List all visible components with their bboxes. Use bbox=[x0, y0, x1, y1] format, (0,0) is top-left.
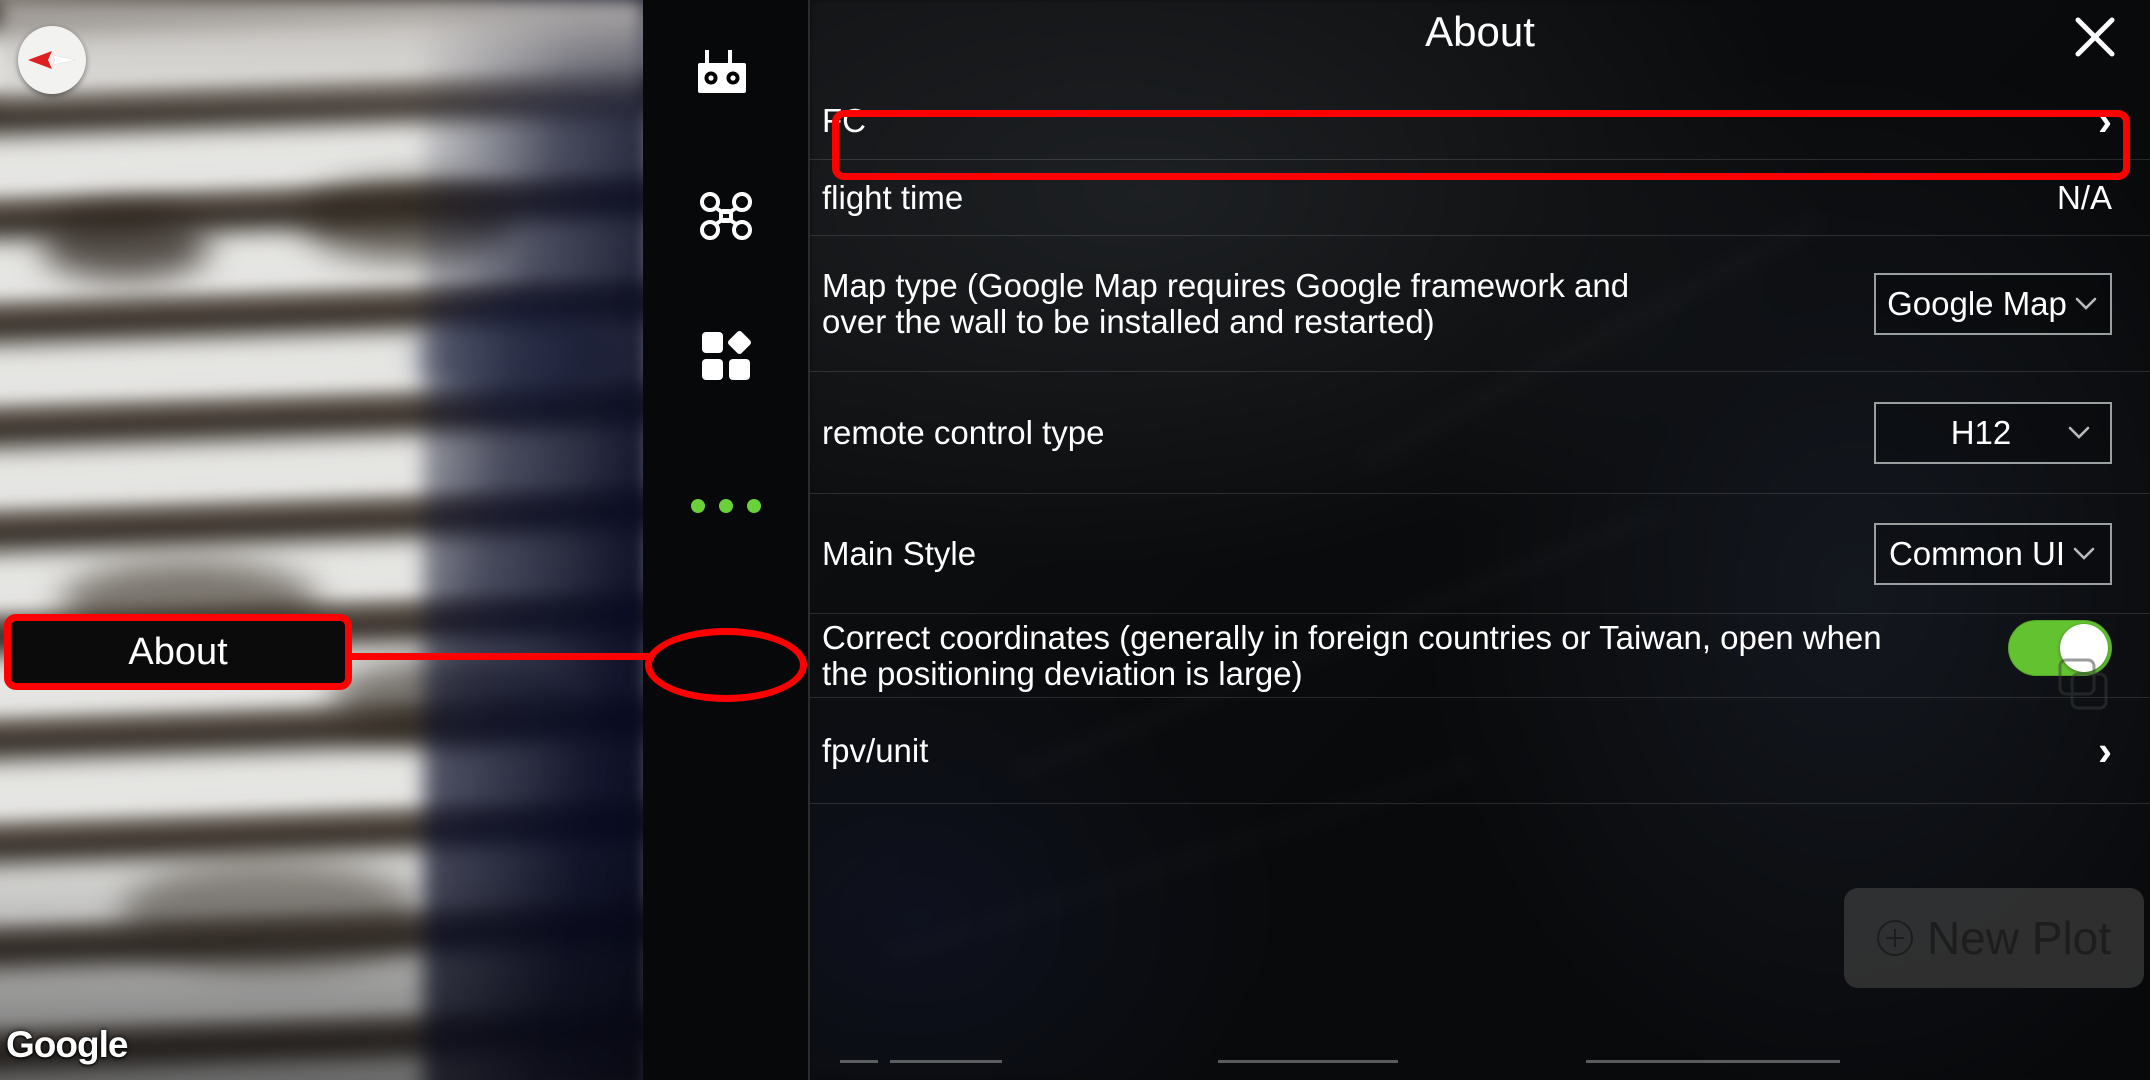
close-icon bbox=[2070, 12, 2120, 67]
sidebar-item-more[interactable] bbox=[642, 436, 809, 576]
new-plot-label: New Plot bbox=[1926, 912, 2112, 964]
map-detail bbox=[40, 210, 210, 280]
sidebar-item-drone[interactable] bbox=[642, 148, 809, 288]
sidebar-item-remote-controller[interactable] bbox=[642, 8, 809, 148]
sidebar bbox=[643, 0, 810, 1080]
row-value: N/A bbox=[2056, 178, 2112, 216]
row-correct-coordinates: Correct coordinates (generally in foreig… bbox=[810, 614, 2150, 698]
settings-list: FC › flight time N/A Map type (Google Ma… bbox=[810, 82, 2150, 864]
remote-controller-icon bbox=[697, 49, 754, 107]
more-dots-icon bbox=[690, 499, 761, 513]
drone-icon bbox=[698, 190, 754, 247]
chevron-down-icon bbox=[2073, 288, 2099, 319]
row-label: Main Style bbox=[822, 534, 977, 572]
new-plot-button[interactable]: New Plot bbox=[1844, 888, 2144, 988]
annotation-callout-label: About bbox=[128, 630, 228, 673]
row-label: remote control type bbox=[822, 413, 1105, 451]
annotation-callout-connector bbox=[344, 653, 654, 660]
annotation-about-callout: About bbox=[4, 614, 352, 690]
row-label: FC bbox=[822, 101, 866, 139]
map-view[interactable]: Google bbox=[0, 0, 643, 1080]
row-flight-time: flight time N/A bbox=[810, 160, 2150, 236]
row-remote-control-type: remote control type H12 bbox=[810, 372, 2150, 494]
google-attribution: Google bbox=[6, 1024, 128, 1065]
main-style-dropdown[interactable]: Common UI bbox=[1874, 522, 2112, 585]
row-label: flight time bbox=[822, 178, 964, 216]
page-title: About bbox=[1425, 8, 1535, 55]
chevron-down-icon bbox=[2066, 417, 2092, 448]
system-navigation-bar bbox=[810, 1052, 2150, 1072]
dropdown-value: Common UI bbox=[1888, 534, 2066, 572]
close-button[interactable] bbox=[2066, 10, 2124, 68]
dropdown-value: H12 bbox=[1950, 413, 2012, 451]
row-label: fpv/unit bbox=[822, 731, 929, 769]
chevron-right-icon: › bbox=[2098, 96, 2112, 144]
row-main-style: Main Style Common UI bbox=[810, 494, 2150, 614]
row-label: Map type (Google Map requires Google fra… bbox=[822, 266, 1630, 340]
row-partial bbox=[810, 804, 2150, 864]
apps-grid-icon bbox=[700, 330, 752, 387]
remote-control-type-dropdown[interactable]: H12 bbox=[1874, 401, 2112, 464]
map-detail bbox=[0, 0, 643, 120]
row-label: Correct coordinates (generally in foreig… bbox=[822, 619, 1882, 692]
sidebar-item-apps[interactable] bbox=[642, 288, 809, 428]
chevron-right-icon: › bbox=[2098, 726, 2112, 774]
row-map-type: Map type (Google Map requires Google fra… bbox=[810, 236, 2150, 372]
compass-needle-icon[interactable] bbox=[18, 26, 86, 94]
row-fpv-unit[interactable]: fpv/unit › bbox=[810, 698, 2150, 804]
duplicate-squares-icon bbox=[2046, 656, 2112, 718]
about-panel: About FC › flight time N/A Map type (Goo… bbox=[810, 0, 2150, 1080]
chevron-down-icon bbox=[2071, 538, 2097, 569]
map-type-dropdown[interactable]: Google Map bbox=[1874, 272, 2112, 335]
dropdown-value: Google Map bbox=[1887, 284, 2067, 322]
screen: Google About FC › flight time N/A Map ty… bbox=[0, 0, 2150, 1080]
row-fc[interactable]: FC › bbox=[810, 82, 2150, 160]
plus-circle-icon bbox=[1876, 920, 1913, 956]
